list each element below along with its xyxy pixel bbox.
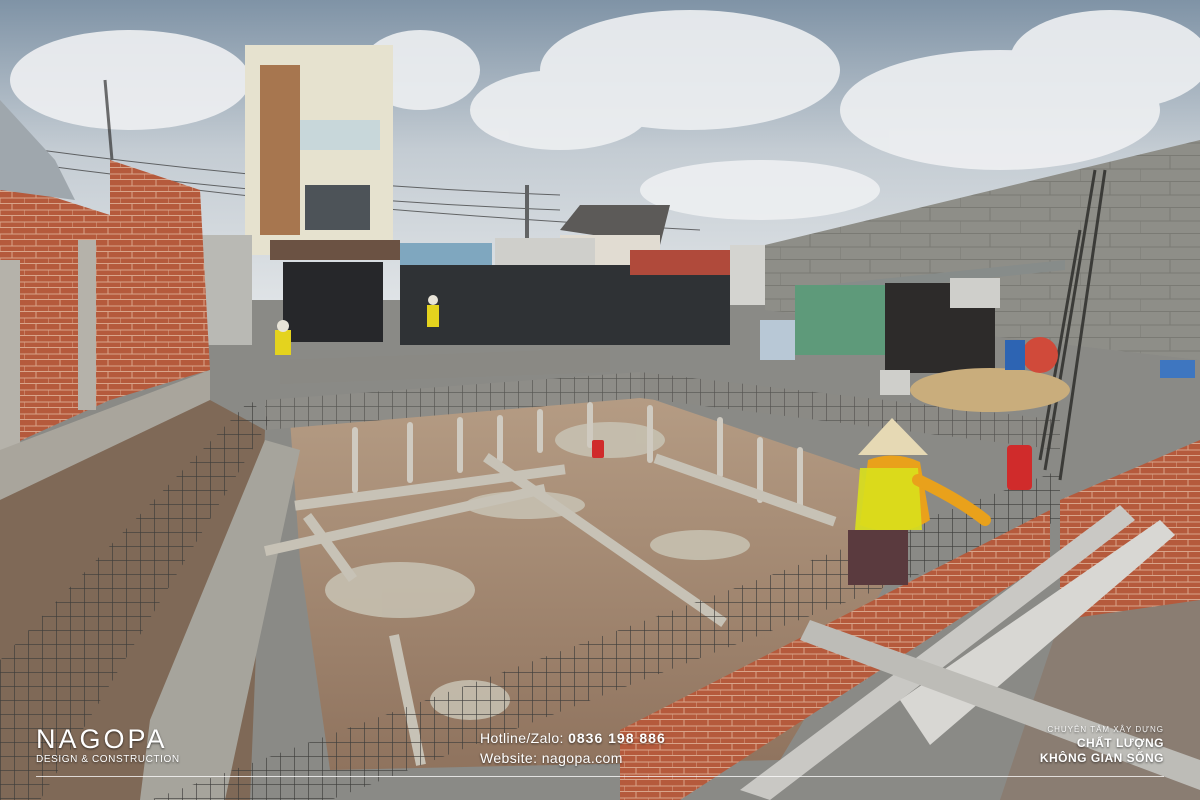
website-row: Website: nagopa.com	[480, 748, 730, 768]
slogan-line-1: CHẤT LƯỢNG	[1076, 736, 1164, 750]
footer-divider	[36, 776, 1164, 777]
brand-tagline: DESIGN & CONSTRUCTION	[36, 754, 180, 765]
brand-name: NAGOPA	[36, 724, 168, 754]
website-url: nagopa.com	[541, 750, 623, 766]
slogan-top: CHUYÊN TÂM XÂY DỰNG	[1047, 725, 1164, 734]
hotline-label: Hotline/Zalo:	[480, 730, 564, 746]
construction-site-photo	[0, 0, 1200, 800]
hotline-row: Hotline/Zalo: 0836 198 886	[480, 728, 730, 748]
brand-logo: NAGOPA DESIGN & CONSTRUCTION	[36, 724, 180, 766]
hotline-number: 0836 198 886	[568, 730, 666, 746]
slogan-line-2: KHÔNG GIAN SỐNG	[1039, 751, 1164, 765]
slogan: CHUYÊN TÂM XÂY DỰNG CHẤT LƯỢNG KHÔNG GIA…	[1040, 724, 1164, 766]
contact-info: Hotline/Zalo: 0836 198 886 Website: nago…	[480, 728, 730, 768]
photo-stage: NAGOPA DESIGN & CONSTRUCTION Hotline/Zal…	[0, 0, 1200, 800]
website-label: Website:	[480, 750, 538, 766]
